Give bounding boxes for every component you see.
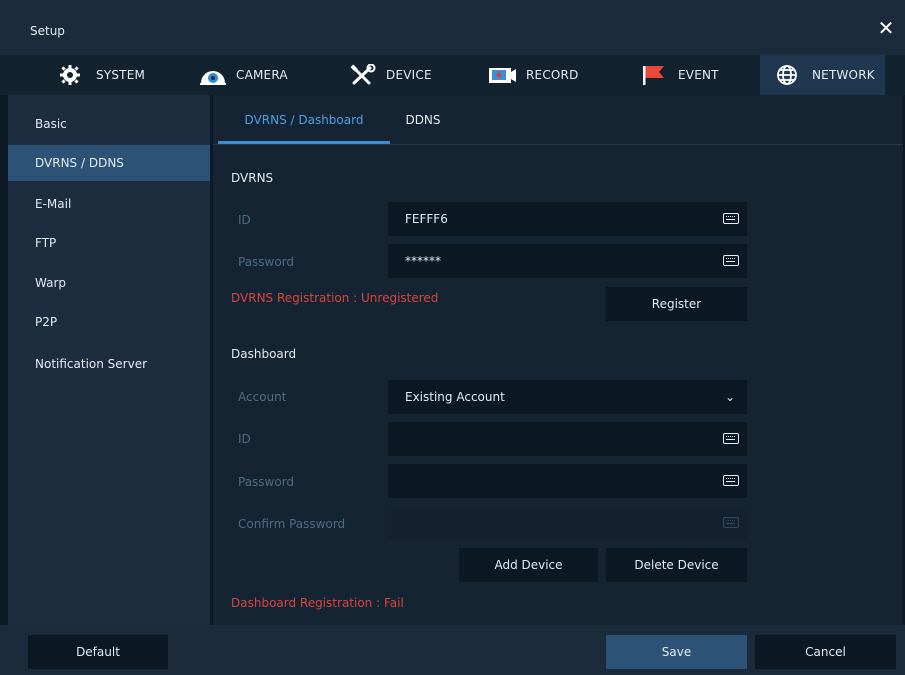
dashboard-account-value: Existing Account bbox=[405, 390, 505, 404]
main-tab-bar: SYSTEM CAMERA DEVICE RECORD EVENT NETWOR… bbox=[0, 55, 905, 95]
dvrns-password-label: Password bbox=[238, 255, 295, 269]
keyboard-icon[interactable] bbox=[723, 475, 739, 486]
window-title: Setup bbox=[30, 24, 65, 38]
tab-network-label: NETWORK bbox=[812, 68, 875, 82]
sidebar-item-dvrns-ddns[interactable]: DVRNS / DDNS bbox=[8, 145, 210, 181]
dvrns-section-title: DVRNS bbox=[231, 171, 274, 185]
content-panel: DVRNS / Dashboard DDNS DVRNS ID FEFFF6 P… bbox=[213, 95, 903, 625]
sidebar-item-warp[interactable]: Warp bbox=[8, 265, 210, 301]
title-bar bbox=[0, 0, 905, 55]
dashboard-section-title: Dashboard bbox=[231, 347, 297, 361]
sidebar-item-email[interactable]: E-Mail bbox=[8, 186, 210, 222]
sidebar: Basic DVRNS / DDNS E-Mail FTP Warp P2P N… bbox=[8, 95, 210, 625]
register-button[interactable]: Register bbox=[606, 287, 747, 321]
sidebar-item-p2p[interactable]: P2P bbox=[8, 304, 210, 340]
dashboard-password-label: Password bbox=[238, 475, 295, 489]
tab-camera[interactable]: CAMERA bbox=[198, 55, 288, 95]
dvrns-password-field[interactable]: ****** bbox=[388, 244, 747, 278]
tab-device[interactable]: DEVICE bbox=[348, 55, 432, 95]
dashboard-account-select[interactable]: Existing Account ⌄ bbox=[388, 380, 747, 414]
subtab-divider bbox=[213, 144, 903, 145]
tab-device-label: DEVICE bbox=[386, 68, 432, 82]
dashboard-id-label: ID bbox=[238, 432, 251, 446]
dvrns-id-value: FEFFF6 bbox=[405, 212, 448, 226]
cancel-button[interactable]: Cancel bbox=[755, 635, 896, 669]
dashboard-password-field[interactable] bbox=[388, 464, 747, 498]
close-icon[interactable]: ✕ bbox=[875, 17, 897, 39]
dashboard-confirm-password-field bbox=[388, 506, 747, 540]
dashboard-confirm-password-label: Confirm Password bbox=[238, 517, 346, 531]
tab-event-label: EVENT bbox=[678, 68, 719, 82]
keyboard-icon[interactable] bbox=[723, 213, 739, 224]
dvrns-registration-status: DVRNS Registration : Unregistered bbox=[231, 291, 439, 305]
camera-icon bbox=[198, 64, 228, 86]
dashboard-account-label: Account bbox=[238, 390, 287, 404]
dvrns-id-label: ID bbox=[238, 213, 251, 227]
subtab-ddns[interactable]: DDNS bbox=[398, 95, 448, 143]
tab-system[interactable]: SYSTEM bbox=[58, 55, 145, 95]
tab-event[interactable]: EVENT bbox=[640, 55, 719, 95]
keyboard-icon bbox=[723, 517, 739, 528]
globe-icon bbox=[774, 64, 804, 86]
default-button[interactable]: Default bbox=[28, 635, 168, 669]
sidebar-item-basic[interactable]: Basic bbox=[8, 106, 210, 142]
record-icon bbox=[488, 64, 518, 86]
footer-bar: Default Save Cancel bbox=[0, 625, 905, 675]
tab-network[interactable]: NETWORK bbox=[760, 55, 885, 95]
add-device-button[interactable]: Add Device bbox=[459, 548, 598, 582]
sidebar-item-ftp[interactable]: FTP bbox=[8, 225, 210, 261]
tab-system-label: SYSTEM bbox=[96, 68, 146, 82]
tab-record-label: RECORD bbox=[526, 68, 579, 82]
tools-icon bbox=[348, 63, 378, 86]
keyboard-icon[interactable] bbox=[723, 255, 739, 266]
gear-icon bbox=[58, 64, 88, 86]
subtab-dvrns-dashboard[interactable]: DVRNS / Dashboard bbox=[218, 95, 390, 144]
dvrns-id-field[interactable]: FEFFF6 bbox=[388, 202, 747, 236]
dashboard-registration-status: Dashboard Registration : Fail bbox=[231, 596, 404, 610]
dvrns-password-value: ****** bbox=[405, 254, 441, 268]
save-button[interactable]: Save bbox=[606, 635, 747, 669]
delete-device-button[interactable]: Delete Device bbox=[606, 548, 747, 582]
dashboard-id-field[interactable] bbox=[388, 422, 747, 456]
sidebar-item-notification-server[interactable]: Notification Server bbox=[8, 346, 210, 382]
tab-record[interactable]: RECORD bbox=[488, 55, 579, 95]
tab-camera-label: CAMERA bbox=[236, 68, 288, 82]
flag-icon bbox=[640, 64, 670, 86]
chevron-down-icon: ⌄ bbox=[724, 390, 735, 404]
keyboard-icon[interactable] bbox=[723, 433, 739, 444]
